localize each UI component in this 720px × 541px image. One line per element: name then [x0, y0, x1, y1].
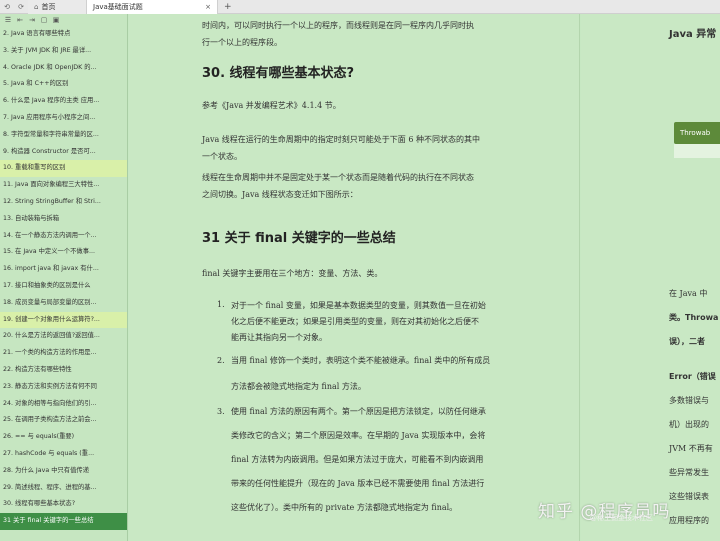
text-line: 机）出现的: [669, 420, 709, 429]
sidebar-item[interactable]: 3. 关于 JVM JDK 和 JRE 最详...: [0, 43, 127, 60]
list-item-final-variable: 对于一个 final 变量，如果是基本数据类型的变量，则其数值一旦在初始 化之后…: [231, 296, 528, 348]
sidebar-item[interactable]: 14. 在一个静态方法内调用一个...: [0, 228, 127, 245]
sidebar-item[interactable]: 17. 接口和抽象类的区别是什么: [0, 278, 127, 295]
home-icon: ⌂: [34, 2, 39, 11]
text-line: 类。Throwa: [669, 313, 719, 322]
sidebar-item[interactable]: 13. 自动装箱与拆箱: [0, 211, 127, 228]
sidebar-item[interactable]: 26. == 与 equals(重要): [0, 429, 127, 446]
text-line: 方法都会被隐式地指定为 final 方法。: [231, 382, 366, 391]
sidebar-item[interactable]: 6. 什么是 Java 程序的主类 应用...: [0, 93, 127, 110]
list-number: 3.: [217, 407, 225, 416]
next-page-heading: Java 异常: [669, 29, 717, 40]
sidebar-item[interactable]: 12. String StringBuffer 和 Stri...: [0, 194, 127, 211]
sidebar-item[interactable]: 24. 对象的相等与指向他们的引...: [0, 396, 127, 413]
text-line: 带来的任何性能提升（现在的 Java 版本已经不需要使用 final 方法进行: [231, 479, 485, 488]
text-line: 线程在生命周期中并不是固定处于某一个状态而是随着代码的执行在不同状态: [202, 173, 474, 182]
back-arrow-icon[interactable]: ⟲: [0, 3, 14, 11]
sidebar-toolbar: ☰ ⇤ ⇥ ▢ ▣: [0, 14, 127, 26]
menu-icon[interactable]: ☰: [3, 16, 13, 24]
sidebar-item[interactable]: 28. 为什么 Java 中只有值传递: [0, 463, 127, 480]
paragraph-transition: 线程在生命周期中并不是固定处于某一个状态而是随着代码的执行在不同状态 之间切换。…: [202, 169, 542, 203]
throwable-diagram-node: Throwab: [674, 122, 720, 144]
sidebar-item[interactable]: 9. 构造器 Constructor 是否可...: [0, 144, 127, 161]
text-line: 使用 final 方法的原因有两个。第一个原因是把方法锁定，以防任何继承: [231, 407, 486, 416]
forward-arrow-icon[interactable]: ⟳: [14, 3, 28, 11]
tab-active-label: Java基础面试题: [93, 2, 143, 11]
tab-home[interactable]: ⌂ 首页: [28, 0, 86, 14]
sidebar-item[interactable]: 31 关于 final 关键字的一些总结: [0, 513, 127, 530]
text-line: 误），二者: [669, 337, 705, 346]
expand-icon[interactable]: ⇥: [27, 16, 37, 24]
paragraph-states: Java 线程在运行的生命周期中的指定时刻只可能处于下面 6 种不同状态的其中 …: [202, 131, 542, 165]
sidebar-item[interactable]: 19. 创建一个对象用什么运算符?...: [0, 311, 127, 329]
sidebar-item[interactable]: 8. 字符型常量和字符串常量的区...: [0, 127, 127, 144]
list-item-final-method: 使用 final 方法的原因有两个。第一个原因是把方法锁定，以防任何继承 类修改…: [231, 402, 528, 518]
close-tab-icon[interactable]: ×: [205, 3, 211, 11]
sidebar-item[interactable]: 2. Java 语言有哪些特点: [0, 26, 127, 43]
sidebar-item[interactable]: 20. 什么是方法的返回值?返回值...: [0, 328, 127, 345]
text-line: 多数错误与: [669, 396, 709, 405]
list-number: 2.: [217, 356, 225, 365]
text-line: 之间切换。Java 线程状态变迁如下图所示：: [202, 190, 358, 199]
list-number: 1.: [217, 300, 225, 309]
list-item-final-class: 当用 final 修饰一个类时，表明这个类不能被继承。final 类中的所有成员…: [231, 351, 528, 397]
sidebar-item[interactable]: 30. 线程有哪些基本状态?: [0, 496, 127, 513]
sidebar-item[interactable]: 22. 构造方法有哪些特性: [0, 362, 127, 379]
sidebar-item[interactable]: 15. 在 Java 中定义一个不做事...: [0, 244, 127, 261]
sidebar-item[interactable]: 23. 静态方法和实例方法有何不同: [0, 379, 127, 396]
new-tab-button[interactable]: +: [218, 2, 238, 12]
text-line: 这些优化了）。类中所有的 private 方法都隐式地指定为 final。: [231, 503, 458, 512]
text-line: 类修改它的含义；第二个原因是效率。在早期的 Java 实现版本中，会将: [231, 431, 486, 440]
collapse-icon[interactable]: ⇤: [15, 16, 25, 24]
outline-list: 2. Java 语言有哪些特点 3. 关于 JVM JDK 和 JRE 最详...…: [0, 26, 127, 530]
final-intro: final 关键字主要用在三个地方：变量、方法、类。: [202, 269, 383, 278]
text-line: 时间内，可以同时执行一个以上的程序，而线程则是在同一程序内几乎同时执: [202, 21, 474, 30]
sidebar-item[interactable]: 25. 在调用子类构造方法之前会...: [0, 412, 127, 429]
sidebar-item[interactable]: 27. hashCode 与 equals (重...: [0, 446, 127, 463]
outline-sidebar: ☰ ⇤ ⇥ ▢ ▣ 2. Java 语言有哪些特点 3. 关于 JVM JDK 和…: [0, 14, 128, 541]
juejin-watermark: @稀土掘金技术社区: [590, 514, 653, 522]
text-line: final 方法转为内嵌调用。但是如果方法过于庞大，可能看不到内嵌调用: [231, 455, 484, 464]
reference-line: 参考《Java 并发编程艺术》4.1.4 节。: [202, 101, 341, 110]
thumbnail-icon[interactable]: ▣: [51, 16, 61, 24]
sidebar-item[interactable]: 11. Java 面向对象编程三大特性...: [0, 177, 127, 194]
document-page: 时间内，可以同时执行一个以上的程序，而线程则是在同一程序内几乎同时执 行一个以上…: [129, 14, 580, 541]
next-page-preview: Java 异常 Throwab 在 Java 中 类。Throwa 误），二者 …: [581, 14, 720, 541]
text-line: Java 线程在运行的生命周期中的指定时刻只可能处于下面 6 种不同状态的其中: [202, 135, 480, 144]
text-line: 应用程序的: [669, 516, 709, 525]
tab-home-label: 首页: [41, 2, 56, 11]
text-line: Error（错误: [669, 372, 716, 381]
text-line: JVM 不再有: [669, 444, 713, 453]
text-line: 在 Java 中: [669, 289, 708, 298]
diagram-node-base: [674, 144, 720, 158]
heading-30: 30. 线程有哪些基本状态?: [202, 66, 355, 81]
tab-java-interview[interactable]: Java基础面试题 ×: [86, 0, 218, 14]
text-line: 当用 final 修饰一个类时，表明这个类不能被继承。final 类中的所有成员: [231, 356, 491, 365]
sidebar-item[interactable]: 29. 简述线程、程序、进程的基...: [0, 480, 127, 497]
sidebar-item[interactable]: 16. import java 和 javax 有什...: [0, 261, 127, 278]
text-line: 一个状态。: [202, 152, 242, 161]
sidebar-item[interactable]: 21. 一个类的构造方法的作用是...: [0, 345, 127, 362]
sidebar-item[interactable]: 10. 重载和重写的区别: [0, 160, 127, 178]
sidebar-item[interactable]: 5. Java 和 C++的区别: [0, 76, 127, 93]
text-line: 这些错误表: [669, 492, 709, 501]
title-bar: ⟲ ⟳ ⌂ 首页 Java基础面试题 × +: [0, 0, 720, 14]
bookmark-icon[interactable]: ▢: [39, 16, 49, 24]
heading-31: 31 关于 final 关键字的一些总结: [202, 231, 396, 246]
text-line: 些异常发生: [669, 468, 709, 477]
sidebar-item[interactable]: 4. Oracle JDK 和 OpenJDK 的...: [0, 60, 127, 77]
sidebar-item[interactable]: 7. Java 应用程序与小程序之间...: [0, 110, 127, 127]
intro-paragraph: 时间内，可以同时执行一个以上的程序，而线程则是在同一程序内几乎同时执 行一个以上…: [202, 17, 542, 51]
text-line: 行一个以上的程序段。: [202, 38, 282, 47]
sidebar-item[interactable]: 18. 成员变量与局部变量的区别...: [0, 295, 127, 312]
